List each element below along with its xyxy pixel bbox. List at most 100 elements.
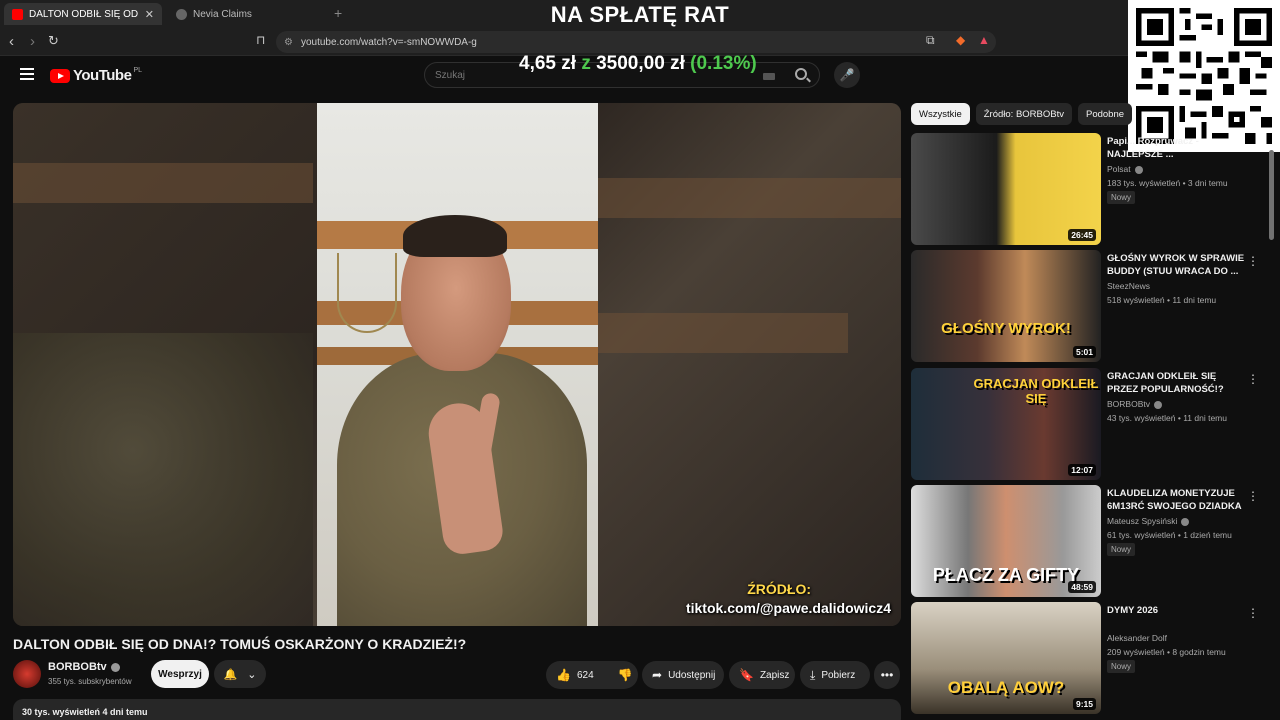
verified-icon — [1181, 517, 1190, 526]
close-tab-icon[interactable]: ✕ — [145, 8, 154, 21]
recommendation-item[interactable]: GRACJAN ODKLEIŁ SIĘ 12:07 GRACJAN ODKLEI… — [911, 368, 1261, 480]
rewards-icon[interactable]: ▲ — [978, 33, 990, 47]
download-button[interactable]: ⤓ Pobierz — [800, 661, 870, 689]
verified-icon — [110, 662, 120, 672]
more-options-icon[interactable]: ⋮ — [1247, 489, 1259, 503]
thumbnail-text: OBALĄ AOW? — [947, 678, 1065, 697]
verified-icon — [1134, 165, 1143, 174]
recommendation-title[interactable]: GRACJAN ODKLEIŁ SIĘ PRZEZ POPULARNOŚĆ!? … — [1107, 370, 1245, 396]
bookmark-icon[interactable]: ⊓ — [256, 33, 265, 47]
search-placeholder: Szukaj — [435, 70, 466, 81]
channel-name[interactable]: BORBOBtv — [48, 661, 120, 673]
back-icon[interactable]: ‹ — [9, 33, 14, 50]
recommendation-channel[interactable]: Aleksander Dolf — [1107, 633, 1167, 643]
chevron-down-icon: ⌄ — [247, 668, 257, 681]
video-duration: 9:15 — [1072, 698, 1096, 710]
bookmark-icon: 🔖 — [739, 668, 754, 682]
address-bar[interactable]: ⚙ youtube.com/watch?v=-smNOWWDA-g — [276, 31, 996, 53]
channel-name-text: BORBOBtv — [48, 661, 107, 673]
support-button[interactable]: Wesprzyj — [151, 660, 209, 688]
like-count[interactable]: 624 — [577, 670, 594, 681]
donation-percent: (0.13%) — [690, 53, 757, 74]
donation-goal: 3500,00 zł — [596, 53, 685, 74]
person-hair — [403, 215, 507, 257]
more-options-icon[interactable]: ⋮ — [1247, 254, 1259, 268]
recommendation-item[interactable]: 26:45 Papi... Rozpruwacz - NAJLEPSZE ...… — [911, 133, 1261, 245]
qr-code-image — [1136, 8, 1272, 144]
open-external-icon[interactable]: ⧉ — [926, 33, 935, 48]
reload-icon[interactable]: ↻ — [48, 33, 59, 49]
chip-from-channel[interactable]: Źródło: BORBOBtv — [975, 103, 1072, 125]
recommendation-channel-text: Polsat — [1107, 164, 1131, 174]
recommendation-item[interactable]: OBALĄ AOW? 9:15 DYMY 2026 Aleksander Dol… — [911, 602, 1261, 714]
recommendation-channel-text: Mateusz Spysiński — [1107, 516, 1178, 526]
stream-overlay-title: NA SPŁATĘ RAT — [550, 2, 730, 27]
thumbs-down-icon[interactable]: 👎 — [618, 668, 633, 682]
recommendation-title[interactable]: Papi... Rozpruwacz - NAJLEPSZE ... — [1107, 135, 1245, 161]
video-thumbnail[interactable]: GŁOŚNY WYROK! 5:01 — [911, 250, 1101, 362]
youtube-logo[interactable]: YouTube PL — [50, 67, 142, 84]
video-thumbnail[interactable]: GRACJAN ODKLEIŁ SIĘ 12:07 — [911, 368, 1101, 480]
country-code: PL — [133, 67, 142, 74]
views-and-date: 30 tys. wyświetleń 4 dni temu — [22, 707, 148, 717]
browser-toolbar: ‹ › ↻ ⊓ ⚙ youtube.com/watch?v=-smNOWWDA-… — [0, 28, 1280, 56]
new-tab-icon[interactable]: + — [334, 5, 342, 21]
recommendation-meta: 209 wyświetleń • 8 godzin temu — [1107, 647, 1226, 657]
microphone-icon[interactable]: 🎤 — [834, 62, 860, 88]
chip-all[interactable]: Wszystkie — [911, 103, 970, 125]
sidebar-scrollbar[interactable] — [1269, 150, 1274, 240]
subscriber-count: 355 tys. subskrybentów — [48, 677, 132, 686]
video-frame — [317, 103, 598, 626]
save-button[interactable]: 🔖 Zapisz — [729, 661, 795, 689]
channel-avatar[interactable] — [13, 660, 41, 688]
share-button[interactable]: ➦ Udostępnij — [642, 661, 724, 689]
recommendation-channel[interactable]: SteezNews — [1107, 281, 1150, 291]
recommendation-channel[interactable]: Mateusz Spysiński — [1107, 516, 1190, 526]
url-text: youtube.com/watch?v=-smNOWWDA-g — [300, 36, 477, 48]
video-thumbnail[interactable]: 26:45 — [911, 133, 1101, 245]
donation-amount: 4,65 zł — [519, 53, 577, 74]
more-options-icon[interactable]: ⋮ — [1247, 372, 1259, 386]
source-credit: ŹRÓDŁO: tiktok.com/@pawe.dalidowicz4 — [686, 580, 891, 618]
share-icon: ➦ — [652, 668, 663, 682]
more-actions-button[interactable]: ••• — [874, 661, 900, 689]
chip-related[interactable]: Podobne — [1078, 103, 1133, 125]
donation-separator: z — [581, 53, 591, 74]
new-badge: Nowy — [1107, 660, 1136, 673]
blurred-shoulder — [13, 333, 313, 626]
source-url: tiktok.com/@pawe.dalidowicz4 — [685, 600, 891, 616]
video-thumbnail[interactable]: OBALĄ AOW? 9:15 — [911, 602, 1101, 714]
description-box[interactable]: 30 tys. wyświetleń 4 dni temu — [13, 699, 901, 720]
forward-icon[interactable]: › — [30, 33, 35, 50]
video-thumbnail[interactable]: PŁACZ ZA GIFTY 48:59 — [911, 485, 1101, 597]
recommendation-title[interactable]: GŁOŚNY WYROK W SPRAWIE BUDDY (STUU WRACA… — [1107, 252, 1245, 278]
tab-label: Nevia Claims — [193, 8, 252, 20]
search-icon[interactable] — [795, 68, 807, 80]
site-info-icon[interactable]: ⚙ — [284, 37, 293, 48]
recommendation-title[interactable]: KLAUDELIZA MONETYZUJE 6M13RĆ SWOJEGO DZI… — [1107, 487, 1245, 513]
tab-label: DALTON ODBIŁ SIĘ OD DNA!? — [29, 8, 141, 20]
more-options-icon[interactable]: ⋮ — [1247, 606, 1259, 620]
save-label: Zapisz — [759, 669, 790, 681]
brave-shield-icon[interactable]: ◆ — [956, 33, 965, 47]
video-player[interactable]: ŹRÓDŁO: tiktok.com/@pawe.dalidowicz4 — [13, 103, 901, 626]
thumbnail-text: GRACJAN ODKLEIŁ SIĘ — [973, 376, 1099, 406]
new-badge: Nowy — [1107, 191, 1136, 204]
keyboard-icon[interactable] — [763, 73, 775, 80]
notification-button[interactable]: 🔔 ⌄ — [214, 660, 266, 688]
recommendation-channel[interactable]: Polsat — [1107, 164, 1143, 174]
recommendation-title[interactable]: DYMY 2026 — [1107, 604, 1245, 617]
thumbs-up-icon[interactable]: 👍 — [556, 668, 571, 682]
recommendation-item[interactable]: PŁACZ ZA GIFTY 48:59 KLAUDELIZA MONETYZU… — [911, 485, 1261, 597]
recommendation-channel[interactable]: BORBOBtv — [1107, 399, 1162, 409]
recommendation-item[interactable]: GŁOŚNY WYROK! 5:01 GŁOŚNY WYROK W SPRAWI… — [911, 250, 1261, 362]
bell-icon: 🔔 — [223, 668, 238, 681]
tab-nevia-claims[interactable]: Nevia Claims — [168, 3, 328, 25]
youtube-play-icon — [50, 68, 70, 83]
more-icon: ••• — [880, 668, 894, 682]
new-badge: Nowy — [1107, 543, 1136, 556]
tab-youtube[interactable]: DALTON ODBIŁ SIĘ OD DNA!? ✕ — [4, 3, 162, 25]
recommendation-meta: 518 wyświetleń • 11 dni temu — [1107, 295, 1217, 305]
donation-progress: 4,65 zł z 3500,00 zł (0.13%) — [519, 53, 757, 75]
menu-icon[interactable] — [20, 68, 34, 80]
